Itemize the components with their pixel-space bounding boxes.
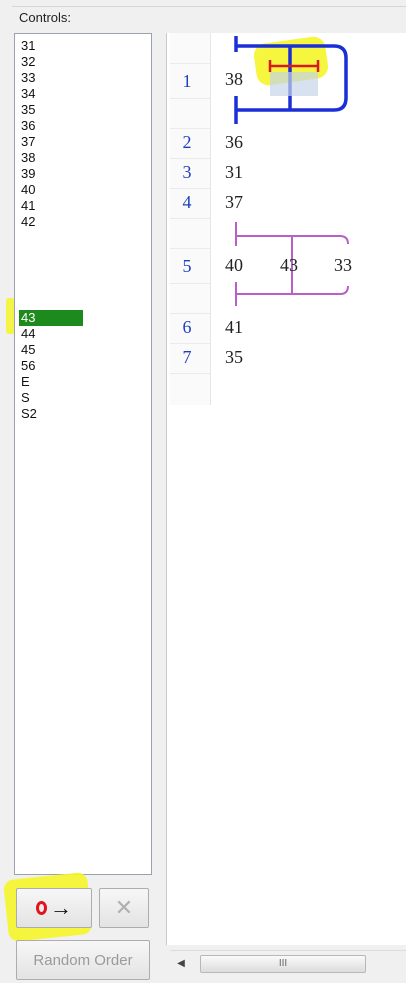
row-number: 5 bbox=[182, 256, 192, 276]
leg-control-code[interactable]: 33 bbox=[334, 255, 352, 276]
scroll-left-arrow-icon[interactable]: ◀ bbox=[172, 955, 190, 973]
leg-control-code[interactable]: 38 bbox=[225, 69, 243, 90]
leg-control-code[interactable]: 43 bbox=[280, 255, 298, 276]
leg-control-code[interactable]: 37 bbox=[225, 192, 243, 213]
horizontal-scrollbar[interactable]: ◀ III bbox=[170, 950, 406, 977]
row-number: 7 bbox=[182, 347, 192, 367]
leg-shading bbox=[270, 72, 318, 96]
row-number: 1 bbox=[182, 71, 192, 91]
row-number: 4 bbox=[182, 192, 192, 212]
row-number: 2 bbox=[182, 132, 192, 152]
scroll-thumb[interactable]: III bbox=[200, 955, 366, 973]
leg-control-code[interactable]: 41 bbox=[225, 317, 243, 338]
row-number: 3 bbox=[182, 162, 192, 182]
selected-leg-icon bbox=[268, 60, 320, 72]
leg-control-code[interactable]: 31 bbox=[225, 162, 243, 183]
leg-control-code[interactable]: 40 bbox=[225, 255, 243, 276]
leg-control-code[interactable]: 35 bbox=[225, 347, 243, 368]
row-number: 6 bbox=[182, 317, 192, 337]
leg-control-code[interactable]: 36 bbox=[225, 132, 243, 153]
